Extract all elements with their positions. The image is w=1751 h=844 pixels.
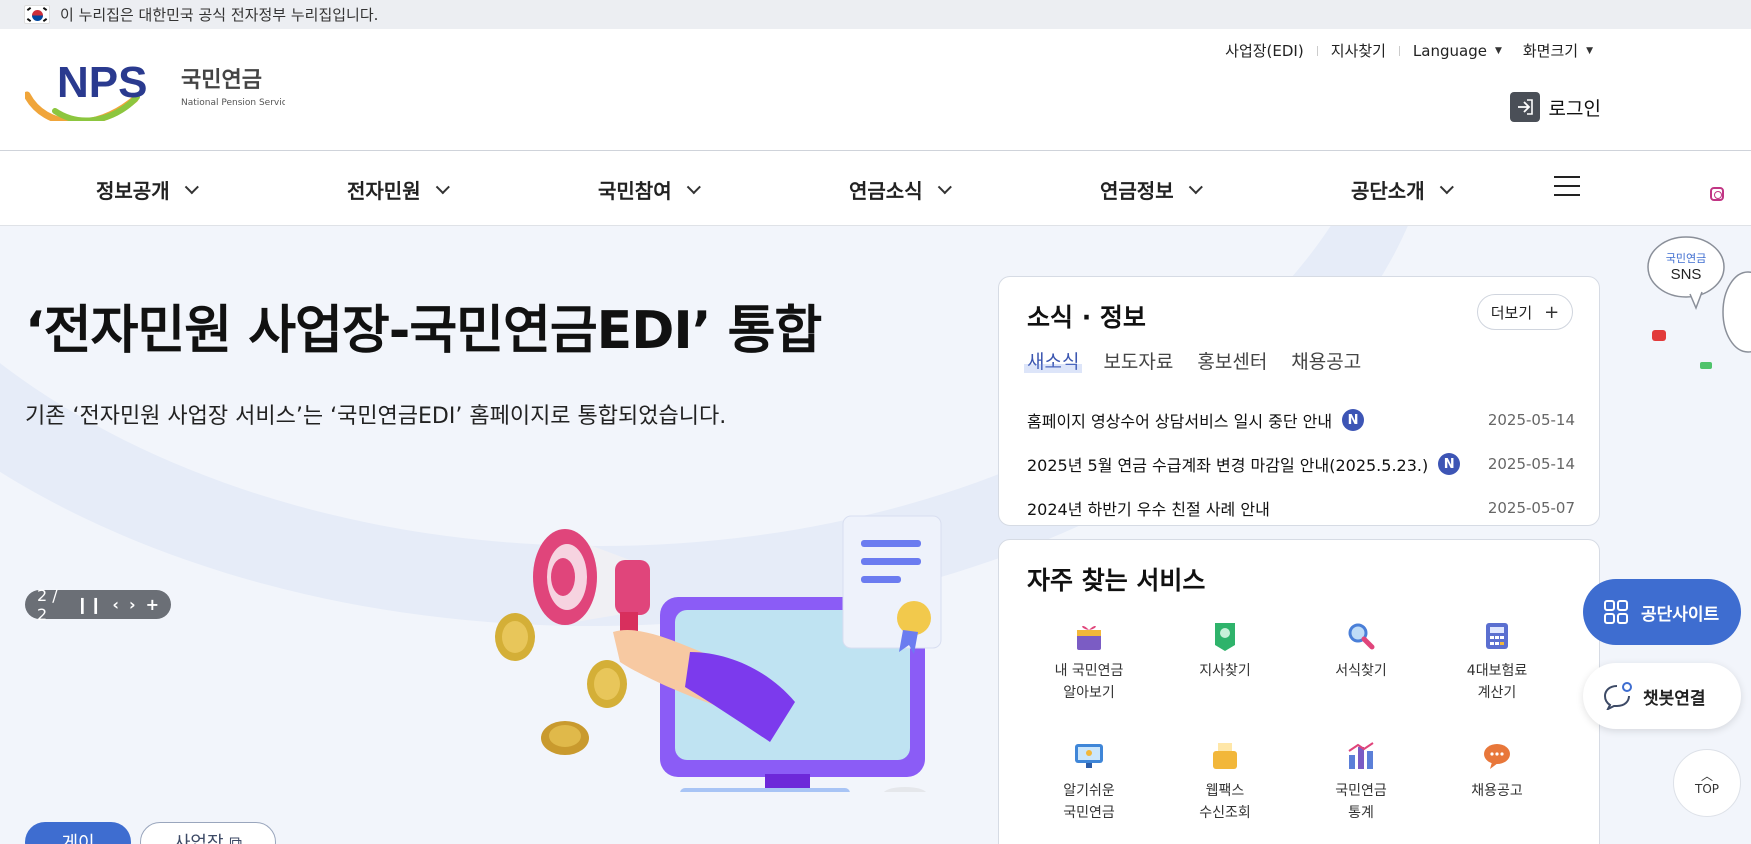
svg-text:국민연금: 국민연금 — [181, 68, 262, 93]
gov-banner-text[interactable]: 이 누리집은 대한민국 공식 전자정부 누리집입니다. — [60, 4, 378, 25]
svg-text:SNS: SNS — [1671, 266, 1702, 283]
chevron-down-icon — [435, 179, 450, 194]
nav-participation[interactable]: 국민참여 — [598, 175, 701, 204]
service-statistics[interactable]: 국민연금 통계 — [1293, 736, 1429, 844]
site-header: NPS 국민연금 National Pension Service 사업장(ED… — [0, 29, 1751, 151]
chevron-up-icon: ︿ — [1700, 769, 1713, 783]
calculator-icon — [1477, 616, 1517, 656]
service-my-pension[interactable]: 내 국민연금 알아보기 — [1021, 616, 1157, 726]
util-edi-link[interactable]: 사업장(EDI) — [1225, 40, 1304, 61]
hamburger-menu-icon[interactable] — [1554, 176, 1580, 196]
fax-icon — [1205, 736, 1245, 776]
util-branch-link[interactable]: 지사찾기 — [1331, 40, 1386, 61]
tab-recruit[interactable]: 채용공고 — [1291, 347, 1361, 374]
svg-text:NPS: NPS — [57, 58, 147, 107]
instagram-icon[interactable] — [1710, 187, 1724, 201]
slide-counter: 2 / 2 — [37, 585, 58, 624]
pause-icon[interactable]: ❙❙ — [76, 595, 103, 614]
services-grid: 내 국민연금 알아보기 지사찾기 서식찾기 4대보험료 계산기 알기쉬운 국민연금 웹… — [1021, 616, 1581, 844]
news-item-title[interactable]: 2024년 하반기 우수 친절 사례 안내 — [1027, 496, 1270, 520]
map-pin-icon — [1205, 616, 1245, 656]
util-font-size-dropdown[interactable]: 화면크기 ▼ — [1523, 40, 1593, 61]
service-form-finder[interactable]: 서식찾기 — [1293, 616, 1429, 726]
megaphone-monitor-illustration — [495, 515, 942, 792]
gov-banner: 이 누리집은 대한민국 공식 전자정부 누리집입니다. — [0, 0, 1751, 29]
chat-bubble-icon — [1603, 682, 1632, 710]
main-nav: 정보공개 전자민원 국민참여 연금소식 연금정보 공단소개 — [0, 151, 1751, 226]
gift-icon — [1069, 616, 1109, 656]
nav-pension-info[interactable]: 연금정보 — [1100, 175, 1203, 204]
monitor-icon — [1069, 736, 1109, 776]
services-panel: 자주 찾는 서비스 내 국민연금 알아보기 지사찾기 서식찾기 4대보험료 계산기 … — [998, 539, 1600, 844]
service-easy-pension[interactable]: 알기쉬운 국민연금 — [1021, 736, 1157, 844]
chevron-down-icon — [1439, 179, 1454, 194]
services-panel-title: 자주 찾는 서비스 — [1027, 566, 1206, 595]
login-icon — [1509, 92, 1540, 122]
news-item-title[interactable]: 홈페이지 영상수어 상담서비스 일시 중단 안내 — [1027, 408, 1332, 432]
sns-character-illustration[interactable]: 국민연금 SNS — [1630, 232, 1751, 392]
hero-description: 기존 ‘전자민원 사업장 서비스’는 ‘국민연금EDI’ 홈페이지로 통합되었습… — [25, 404, 727, 429]
util-language-dropdown[interactable]: Language ▼ — [1413, 42, 1502, 60]
hero-secondary-button[interactable]: 사업장 ⧉ — [140, 822, 276, 844]
service-branch-finder[interactable]: 지사찾기 — [1157, 616, 1293, 726]
service-webfax[interactable]: 웹팩스 수신조회 — [1157, 736, 1293, 844]
svg-text:국민연금: 국민연금 — [1666, 252, 1706, 265]
tab-press[interactable]: 보도자료 — [1103, 347, 1173, 374]
caret-down-icon: ▼ — [1586, 45, 1593, 56]
service-recruitment[interactable]: 채용공고 — [1429, 736, 1565, 844]
nps-logo[interactable]: NPS 국민연금 National Pension Service — [23, 51, 293, 126]
grid-icon — [1604, 600, 1628, 624]
login-label: 로그인 — [1548, 97, 1601, 120]
tab-news[interactable]: 새소식 — [1023, 347, 1083, 374]
scroll-top-button[interactable]: ︿ TOP — [1673, 749, 1741, 817]
nav-e-civil[interactable]: 전자민원 — [347, 175, 450, 204]
new-badge: N — [1342, 409, 1365, 431]
plus-icon[interactable]: + — [146, 595, 159, 614]
nav-about[interactable]: 공단소개 — [1351, 175, 1454, 204]
news-item-date: 2025-05-07 — [1487, 499, 1575, 517]
chevron-down-icon — [184, 179, 199, 194]
news-item[interactable]: 홈페이지 영상수어 상담서비스 일시 중단 안내 N 2025-05-14 — [1027, 398, 1575, 442]
news-list: 홈페이지 영상수어 상담서비스 일시 중단 안내 N 2025-05-14 20… — [1027, 398, 1575, 530]
nav-info-disclosure[interactable]: 정보공개 — [96, 175, 199, 204]
chatbot-button[interactable]: 챗봇연결 — [1583, 663, 1741, 729]
news-item[interactable]: 2025년 5월 연금 수급계좌 변경 마감일 안내(2025.5.23.) N… — [1027, 442, 1575, 486]
nav-pension-news[interactable]: 연금소식 — [849, 175, 952, 204]
svg-text:National Pension Service: National Pension Service — [181, 98, 285, 108]
chevron-down-icon — [686, 179, 701, 194]
chevron-down-icon — [937, 179, 952, 194]
new-badge: N — [1438, 453, 1461, 475]
slide-pager: 2 / 2 ❙❙ ‹ › + — [25, 586, 171, 624]
hero-title: ‘전자민원 사업장-국민연금EDI’ 통합 — [25, 301, 822, 361]
hero-primary-button[interactable]: 게이 — [25, 822, 131, 844]
next-slide-icon[interactable]: › — [129, 595, 136, 614]
korea-flag-icon — [24, 5, 50, 24]
agency-sites-button[interactable]: 공단사이트 — [1583, 579, 1741, 645]
news-item-title[interactable]: 2025년 5월 연금 수급계좌 변경 마감일 안내(2025.5.23.) — [1027, 452, 1428, 476]
prev-slide-icon[interactable]: ‹ — [112, 595, 119, 614]
login-button[interactable]: 로그인 — [1509, 92, 1601, 122]
utility-nav: 사업장(EDI) 지사찾기 Language ▼ 화면크기 ▼ — [1225, 40, 1593, 61]
caret-down-icon: ▼ — [1494, 45, 1502, 56]
news-item-date: 2025-05-14 — [1487, 411, 1575, 429]
speech-bubble-icon — [1477, 736, 1517, 776]
plus-icon: + — [1544, 301, 1560, 323]
tab-pr-center[interactable]: 홍보센터 — [1197, 347, 1267, 374]
news-panel: 소식 · 정보 더보기 + 새소식 보도자료 홍보센터 채용공고 홈페이지 영상수… — [998, 276, 1600, 526]
service-insurance-calculator[interactable]: 4대보험료 계산기 — [1429, 616, 1565, 726]
chevron-down-icon — [1188, 179, 1203, 194]
news-item-date: 2025-05-14 — [1487, 455, 1575, 473]
chart-icon — [1341, 736, 1381, 776]
more-button[interactable]: 더보기 + — [1477, 294, 1573, 330]
news-tabs: 새소식 보도자료 홍보센터 채용공고 — [1023, 347, 1385, 374]
magnifier-icon — [1341, 616, 1381, 656]
news-item[interactable]: 2024년 하반기 우수 친절 사례 안내 2025-05-07 — [1027, 486, 1575, 530]
news-panel-title: 소식 · 정보 — [1027, 303, 1146, 332]
